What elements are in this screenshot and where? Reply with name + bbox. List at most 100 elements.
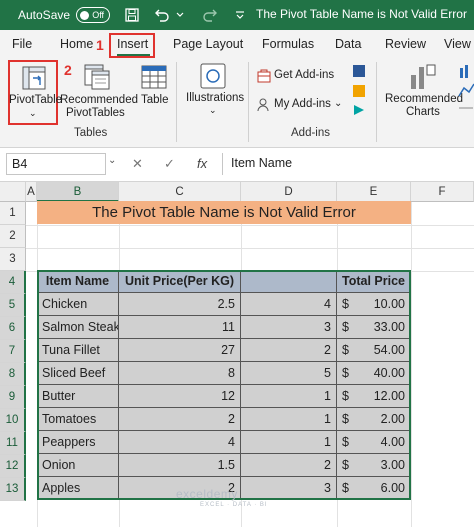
row-header[interactable]: 8	[0, 363, 26, 386]
my-addins-icon[interactable]	[257, 98, 271, 112]
pivottable-icon[interactable]	[22, 66, 46, 90]
cell-item-name[interactable]: Sliced Beef	[37, 362, 119, 385]
cell-total-price[interactable]: $6.00	[337, 477, 411, 500]
cell-item-name[interactable]: Chicken	[37, 293, 119, 316]
cell-unit-price[interactable]: 27	[119, 339, 241, 362]
cell-unit-price[interactable]: 2	[119, 408, 241, 431]
cell-unit-price[interactable]: 1.5	[119, 454, 241, 477]
select-all-corner[interactable]	[0, 182, 26, 202]
my-addins-dropdown-icon[interactable]: ⌄	[334, 98, 342, 109]
cell-unit-price[interactable]: 11	[119, 316, 241, 339]
column-header-e[interactable]: E	[337, 182, 411, 202]
table-button[interactable]: Table	[141, 94, 169, 106]
cancel-icon[interactable]: ✕	[132, 156, 143, 172]
header-empty[interactable]	[241, 270, 337, 293]
cell-unit-price[interactable]: 12	[119, 385, 241, 408]
name-box[interactable]: B4	[6, 153, 106, 175]
row-header[interactable]: 7	[0, 340, 26, 363]
cell-quantity[interactable]: 1	[241, 431, 337, 454]
bing-maps-icon[interactable]	[352, 84, 366, 98]
cell-item-name[interactable]: Salmon Steak	[37, 316, 119, 339]
row-header[interactable]: 1	[0, 202, 26, 225]
cell-item-name[interactable]: Peappers	[37, 431, 119, 454]
column-header-a[interactable]: A	[26, 182, 37, 202]
name-box-dropdown-icon[interactable]: ⌄	[108, 155, 116, 166]
my-addins-button[interactable]: My Add-ins	[274, 98, 331, 110]
cell-total-price[interactable]: $54.00	[337, 339, 411, 362]
cell-quantity[interactable]: 1	[241, 385, 337, 408]
customize-toolbar-icon[interactable]	[232, 7, 248, 23]
cell-item-name[interactable]: Tuna Fillet	[37, 339, 119, 362]
table-icon[interactable]	[141, 64, 167, 90]
pivottable-dropdown-icon[interactable]: ⌄	[29, 108, 37, 119]
tab-view[interactable]: View	[444, 37, 471, 51]
tab-home[interactable]: Home	[60, 37, 93, 51]
illustrations-dropdown-icon[interactable]: ⌄	[209, 105, 217, 116]
undo-dropdown-icon[interactable]	[172, 7, 188, 23]
cell-quantity[interactable]: 3	[241, 477, 337, 500]
tab-page-layout[interactable]: Page Layout	[173, 37, 243, 51]
cell-total-price[interactable]: $4.00	[337, 431, 411, 454]
autosave-toggle[interactable]: Off	[76, 7, 111, 23]
cell-unit-price[interactable]: 2.5	[119, 293, 241, 316]
cell-quantity[interactable]: 5	[241, 362, 337, 385]
column-header-f[interactable]: F	[411, 182, 474, 202]
cell-item-name[interactable]: Tomatoes	[37, 408, 119, 431]
sheet-title-cell[interactable]: The Pivot Table Name is Not Valid Error	[37, 201, 411, 224]
cell-unit-price[interactable]: 8	[119, 362, 241, 385]
column-header-c[interactable]: C	[119, 182, 241, 202]
save-icon[interactable]	[124, 7, 140, 23]
cell-total-price[interactable]: $33.00	[337, 316, 411, 339]
column-header-b[interactable]: B	[37, 182, 119, 202]
recommended-pivottables-button[interactable]: Recommended	[60, 94, 138, 106]
cell-quantity[interactable]: 2	[241, 454, 337, 477]
row-header[interactable]: 4	[0, 271, 26, 294]
cell-quantity[interactable]: 2	[241, 339, 337, 362]
cell-total-price[interactable]: $12.00	[337, 385, 411, 408]
cell-unit-price[interactable]: 4	[119, 431, 241, 454]
recommended-charts-button[interactable]: Recommended	[385, 93, 463, 105]
tab-file[interactable]: File	[12, 37, 32, 51]
tab-formulas[interactable]: Formulas	[262, 37, 314, 51]
row-header[interactable]: 13	[0, 478, 26, 501]
enter-icon[interactable]: ✓	[164, 156, 175, 172]
row-header[interactable]: 9	[0, 386, 26, 409]
people-graph-icon[interactable]	[352, 103, 366, 117]
undo-icon[interactable]	[154, 7, 170, 23]
recommended-charts-icon[interactable]	[408, 63, 436, 91]
header-total-price[interactable]: Total Price	[337, 270, 411, 293]
get-addins-icon[interactable]	[257, 69, 271, 83]
header-unit-price[interactable]: Unit Price(Per KG)	[119, 270, 241, 293]
cell-total-price[interactable]: $10.00	[337, 293, 411, 316]
cell-item-name[interactable]: Apples	[37, 477, 119, 500]
row-header[interactable]: 2	[0, 225, 26, 248]
illustrations-button[interactable]: Illustrations	[186, 92, 244, 104]
redo-icon[interactable]	[202, 7, 218, 23]
row-header[interactable]: 3	[0, 248, 26, 271]
cell-total-price[interactable]: $2.00	[337, 408, 411, 431]
insert-function-button[interactable]: fx	[197, 156, 207, 171]
cell-item-name[interactable]: Butter	[37, 385, 119, 408]
row-header[interactable]: 6	[0, 317, 26, 340]
cell-quantity[interactable]: 1	[241, 408, 337, 431]
chart-types-icon[interactable]	[458, 64, 474, 114]
formula-input[interactable]: Item Name	[222, 153, 474, 175]
visio-icon[interactable]	[352, 64, 366, 78]
cell-total-price[interactable]: $40.00	[337, 362, 411, 385]
cell-total-price[interactable]: $3.00	[337, 454, 411, 477]
pivottable-button[interactable]: PivotTable	[9, 94, 62, 106]
cell-quantity[interactable]: 4	[241, 293, 337, 316]
row-header[interactable]: 10	[0, 409, 26, 432]
illustrations-icon[interactable]	[199, 62, 227, 90]
tab-review[interactable]: Review	[385, 37, 426, 51]
row-header[interactable]: 5	[0, 294, 26, 317]
column-header-d[interactable]: D	[241, 182, 337, 202]
cell-item-name[interactable]: Onion	[37, 454, 119, 477]
row-header[interactable]: 12	[0, 455, 26, 478]
cell-quantity[interactable]: 3	[241, 316, 337, 339]
header-item-name[interactable]: Item Name	[37, 270, 119, 293]
row-header[interactable]: 11	[0, 432, 26, 455]
recommended-pivottables-icon[interactable]	[84, 64, 110, 90]
get-addins-button[interactable]: Get Add-ins	[274, 69, 334, 81]
tab-data[interactable]: Data	[335, 37, 361, 51]
